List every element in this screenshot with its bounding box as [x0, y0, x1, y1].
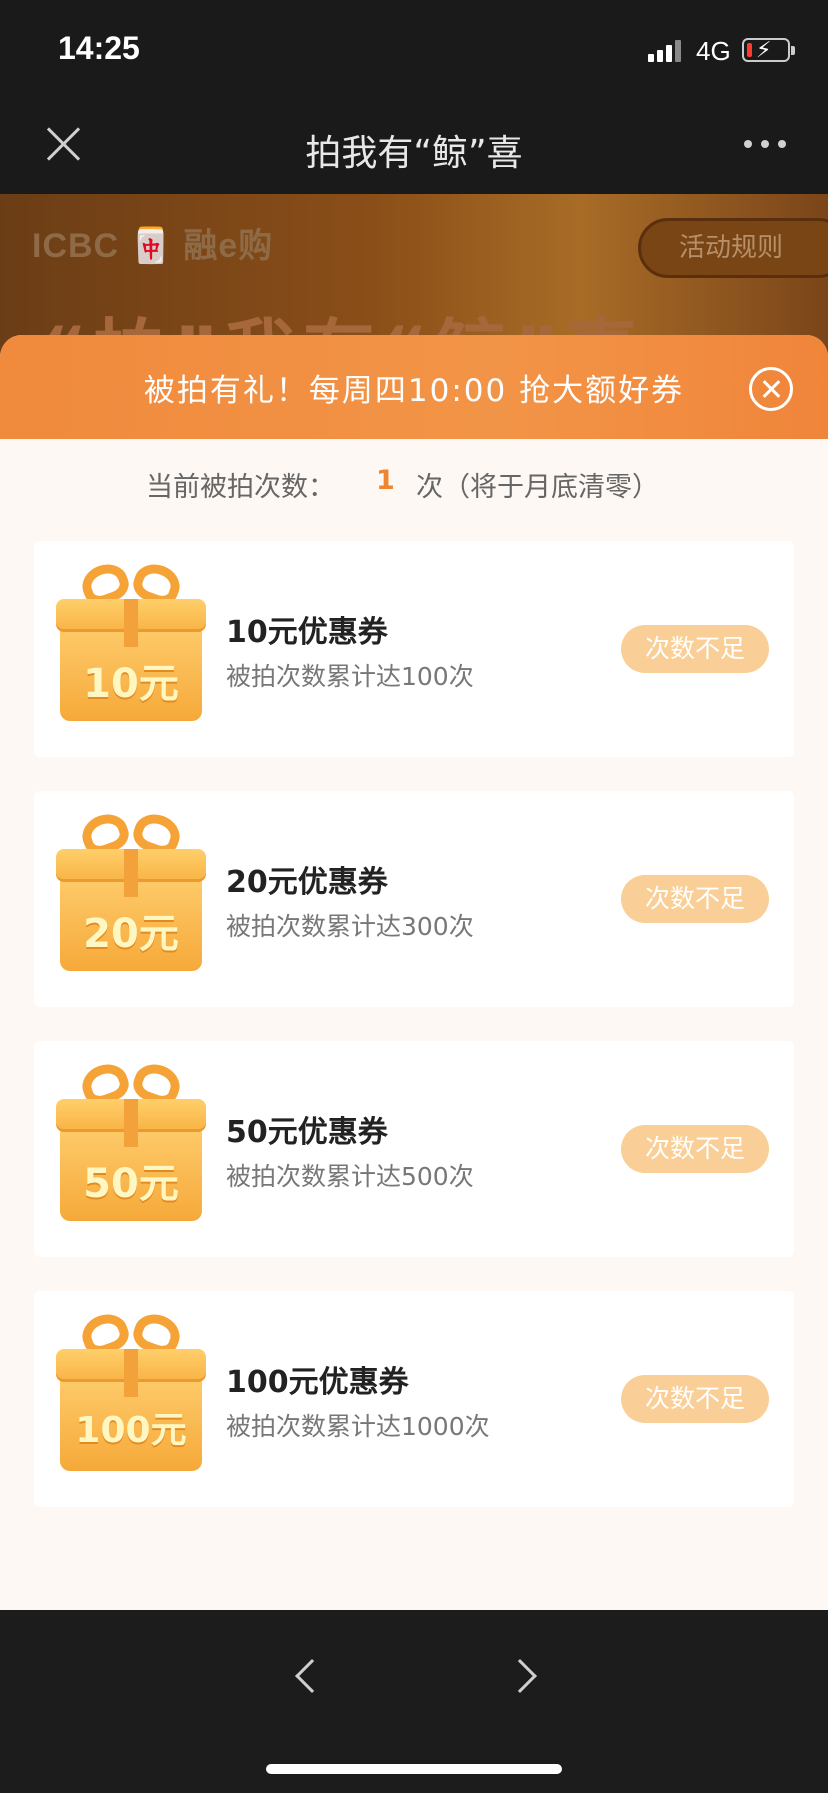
nav-bar: 拍我有“鲸”喜 [0, 96, 828, 194]
gift-amount-label: 20元 [83, 911, 179, 957]
popup-close-icon[interactable] [749, 367, 793, 411]
rules-button[interactable]: 活动规则 [638, 218, 828, 278]
status-bar: 14:25 4G ⚡ [0, 0, 828, 96]
charging-icon: ⚡ [756, 38, 772, 63]
insufficient-count-button[interactable]: 次数不足 [621, 875, 769, 923]
battery-level [747, 43, 752, 57]
coupon-title: 100元优惠券 [226, 1365, 409, 1400]
gift-box-icon: 50元 [56, 1058, 206, 1225]
page-title: 拍我有“鲸”喜 [305, 133, 523, 174]
count-label: 当前被拍次数： [146, 472, 335, 503]
gift-box-icon: 20元 [56, 808, 206, 975]
coupon-card: 100元 100元优惠券 被拍次数累计达1000次 次数不足 [34, 1291, 794, 1507]
coupon-requirement: 被拍次数累计达1000次 [226, 1412, 490, 1441]
back-arrow-icon[interactable] [295, 1659, 329, 1693]
coupon-title: 10元优惠券 [226, 615, 388, 650]
browser-toolbar [0, 1610, 828, 1793]
reward-popup: 被拍有礼！每周四10:00 抢大额好券 当前被拍次数： 1 次（将于月底清零） … [0, 335, 828, 1610]
gift-amount-label: 10元 [83, 661, 179, 707]
battery-icon: ⚡ [742, 38, 795, 63]
icbc-logo: ICBC 🀄 融e购 [32, 227, 274, 265]
insufficient-count-button[interactable]: 次数不足 [621, 625, 769, 673]
network-label: 4G [696, 36, 731, 66]
gift-box-icon: 10元 [56, 558, 206, 725]
popup-header: 被拍有礼！每周四10:00 抢大额好券 [0, 335, 828, 439]
count-value: 1 [376, 465, 395, 496]
promo-banner: ICBC 🀄 融e购 活动规则 “拍”我有“鲸”喜 [0, 194, 828, 354]
gift-box-icon: 100元 [56, 1308, 206, 1475]
tap-count-row: 当前被拍次数： 1 次（将于月底清零） [0, 465, 828, 509]
home-indicator[interactable] [266, 1764, 562, 1774]
coupon-card: 20元 20元优惠券 被拍次数累计达300次 次数不足 [34, 791, 794, 1007]
count-unit: 次（将于月底清零） [416, 472, 659, 503]
coupon-card: 50元 50元优惠券 被拍次数累计达500次 次数不足 [34, 1041, 794, 1257]
coupon-title: 50元优惠券 [226, 1115, 388, 1150]
gift-amount-label: 50元 [83, 1161, 179, 1207]
more-dots-icon[interactable] [744, 138, 788, 150]
popup-header-text: 被拍有礼！每周四10:00 抢大额好券 [143, 373, 685, 409]
coupon-requirement: 被拍次数累计达500次 [226, 1162, 474, 1191]
status-time: 14:25 [58, 30, 140, 66]
insufficient-count-button[interactable]: 次数不足 [621, 1125, 769, 1173]
coupon-requirement: 被拍次数累计达300次 [226, 912, 474, 941]
forward-arrow-icon[interactable] [503, 1659, 537, 1693]
coupon-card: 10元 10元优惠券 被拍次数累计达100次 次数不足 [34, 541, 794, 757]
signal-icon [648, 38, 686, 62]
coupon-requirement: 被拍次数累计达100次 [226, 662, 474, 691]
insufficient-count-button[interactable]: 次数不足 [621, 1375, 769, 1423]
gift-amount-label: 100元 [75, 1410, 187, 1451]
coupon-title: 20元优惠券 [226, 865, 388, 900]
